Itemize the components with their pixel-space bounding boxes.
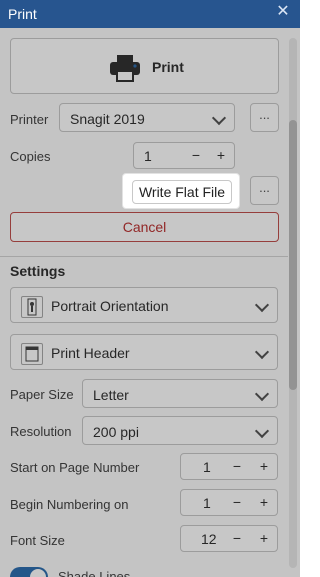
header-icon <box>21 343 43 365</box>
start-page-decrement[interactable]: − <box>228 457 246 475</box>
begin-numbering-stepper[interactable]: 1 − + <box>180 489 278 516</box>
printer-value: Snagit 2019 <box>70 111 145 127</box>
printer-options-button[interactable]: ... <box>250 103 279 132</box>
shade-lines-toggle[interactable] <box>10 567 48 577</box>
window-title: Print <box>8 6 37 22</box>
copies-value: 1 <box>144 148 152 164</box>
begin-numbering-increment[interactable]: + <box>255 493 273 511</box>
start-page-label: Start on Page Number <box>10 460 140 475</box>
resolution-value: 200 ppi <box>93 424 139 440</box>
printer-icon <box>110 55 140 82</box>
printer-select[interactable]: Snagit 2019 <box>59 103 235 132</box>
paper-size-label: Paper Size <box>10 387 74 402</box>
copies-decrement[interactable]: − <box>187 146 205 164</box>
header-select[interactable]: Print Header <box>10 334 278 370</box>
begin-numbering-value: 1 <box>203 495 211 511</box>
copies-increment[interactable]: + <box>212 146 230 164</box>
cancel-label: Cancel <box>122 219 167 235</box>
write-flat-file-highlight: Write Flat File <box>122 173 240 209</box>
chevron-down-icon <box>254 386 270 402</box>
font-size-value: 12 <box>201 531 217 547</box>
print-dialog: Print ✕ Print Printer Snagit 2019 ... Co… <box>0 0 300 577</box>
toggle-knob <box>30 569 46 577</box>
dialog-content: Print Printer Snagit 2019 ... Copies 1 −… <box>0 28 300 577</box>
resolution-select[interactable]: 200 ppi <box>82 416 278 445</box>
write-flat-file-button[interactable]: Write Flat File <box>132 180 232 204</box>
printer-label: Printer <box>10 112 49 127</box>
header-value: Print Header <box>51 345 130 361</box>
resolution-label: Resolution <box>10 424 72 439</box>
portrait-orientation-icon <box>21 296 43 318</box>
chevron-down-icon <box>211 110 227 126</box>
chevron-down-icon <box>254 423 270 439</box>
orientation-value: Portrait Orientation <box>51 298 169 314</box>
divider <box>0 256 288 257</box>
close-icon[interactable]: ✕ <box>274 3 292 21</box>
font-size-increment[interactable]: + <box>255 529 273 547</box>
chevron-down-icon <box>254 297 270 313</box>
print-button-label: Print <box>152 59 184 75</box>
paper-size-select[interactable]: Letter <box>82 379 278 408</box>
start-page-stepper[interactable]: 1 − + <box>180 453 278 480</box>
copies-label: Copies <box>10 149 51 164</box>
orientation-select[interactable]: Portrait Orientation <box>10 287 278 323</box>
begin-numbering-label: Begin Numbering on <box>10 497 129 512</box>
start-page-increment[interactable]: + <box>255 457 273 475</box>
scrollbar-thumb[interactable] <box>289 120 297 390</box>
paper-size-value: Letter <box>93 387 129 403</box>
cancel-button[interactable]: Cancel <box>10 212 279 242</box>
begin-numbering-decrement[interactable]: − <box>228 493 246 511</box>
font-size-stepper[interactable]: 12 − + <box>180 525 278 552</box>
title-bar: Print ✕ <box>0 0 300 28</box>
chevron-down-icon <box>254 344 270 360</box>
print-button[interactable]: Print <box>10 38 279 94</box>
settings-heading: Settings <box>10 263 66 279</box>
font-size-label: Font Size <box>10 533 65 548</box>
shade-lines-label: Shade Lines <box>58 569 131 577</box>
font-size-decrement[interactable]: − <box>228 529 246 547</box>
start-page-value: 1 <box>203 459 211 475</box>
flat-file-options-button[interactable]: ... <box>250 176 279 205</box>
copies-stepper[interactable]: 1 − + <box>133 142 235 169</box>
